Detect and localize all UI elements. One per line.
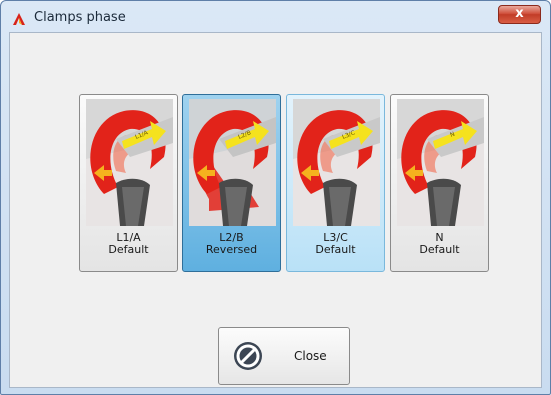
clamp-button-l1a[interactable]: L1/A L1/A Default (79, 94, 178, 272)
clamp-list: L1/A L1/A Default L2/B L2/B Reversed L3/… (79, 94, 489, 272)
clamp-label: L2/B Reversed (183, 232, 280, 256)
clamp-button-n[interactable]: N N Default (390, 94, 489, 272)
clamp-state: Reversed (205, 243, 258, 256)
clamp-label: L1/A Default (80, 232, 177, 256)
current-clamp-icon: L2/B (189, 99, 276, 226)
clamp-state: Default (315, 243, 356, 256)
clamp-state: Default (419, 243, 460, 256)
current-clamp-icon: L3/C (293, 99, 380, 226)
window-title: Clamps phase (34, 10, 126, 25)
clamp-button-l2b[interactable]: L2/B L2/B Reversed (182, 94, 281, 272)
close-circle-icon (234, 342, 262, 370)
close-button-label: Close (294, 349, 327, 363)
close-button[interactable]: Close (218, 327, 350, 385)
clamp-button-l3c[interactable]: L3/C L3/C Default (286, 94, 385, 272)
dialog-client-area: L1/A L1/A Default L2/B L2/B Reversed L3/… (9, 32, 542, 388)
clamp-label: N Default (391, 232, 488, 256)
current-clamp-icon: N (397, 99, 484, 226)
dialog-window: Clamps phase x L1/A L1/A Default L2/B L2… (0, 0, 551, 395)
app-logo-icon (13, 13, 25, 25)
clamp-state: Default (108, 243, 149, 256)
title-bar[interactable]: Clamps phase x (1, 1, 550, 33)
clamp-label: L3/C Default (287, 232, 384, 256)
current-clamp-icon: L1/A (86, 99, 173, 226)
window-close-button[interactable]: x (498, 5, 541, 24)
